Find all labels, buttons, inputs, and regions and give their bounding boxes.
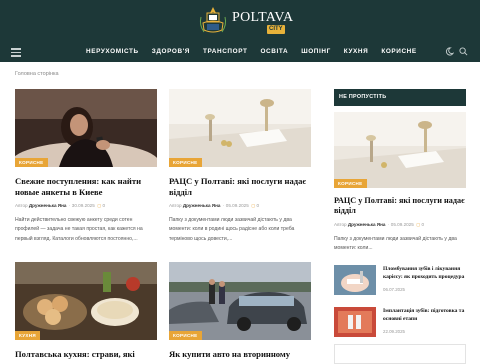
- post-card: КОРИСНЕ РАЦС у Полтаві: які послуги нада…: [169, 89, 311, 244]
- post-excerpt: Найти действительно свежую анкету среди …: [15, 217, 143, 242]
- post-excerpt: Папку з документами люди зазвичай дістаю…: [169, 217, 295, 242]
- post-title[interactable]: Свежие поступления: как найти новые анке…: [15, 176, 157, 198]
- comment-icon[interactable]: ◻: [97, 203, 101, 208]
- nav-item-useful[interactable]: КОРИСНЕ: [381, 48, 416, 55]
- breadcrumb[interactable]: Головна сторінка: [15, 71, 59, 77]
- post-image[interactable]: КОРИСНЕ: [15, 89, 157, 167]
- sidebar-list-item: Імплантація зубів: підготовка та основні…: [334, 307, 466, 338]
- author-name[interactable]: Дружненька Яна: [348, 222, 386, 227]
- nav-item-kitchen[interactable]: КУХНЯ: [344, 48, 369, 55]
- author-prefix: Автор: [334, 221, 347, 227]
- dark-mode-icon[interactable]: [445, 47, 454, 56]
- post-meta: Автор Дружненька Яна · 30.09.2025 ◻ 0: [15, 203, 106, 208]
- author-name[interactable]: Дружненька Яна: [183, 203, 221, 208]
- nav-icons: [440, 47, 468, 56]
- post-image[interactable]: КУХНЯ: [15, 262, 157, 340]
- post-date: 05.09.2025: [225, 203, 249, 208]
- comment-count[interactable]: 0: [421, 222, 424, 227]
- nav-item-education[interactable]: ОСВІТА: [260, 48, 288, 55]
- nav-item-realty[interactable]: НЕРУХОМІСТЬ: [86, 48, 139, 55]
- comment-count[interactable]: 0: [102, 203, 105, 208]
- post-image[interactable]: КОРИСНЕ: [169, 89, 311, 167]
- search-icon[interactable]: [459, 47, 468, 56]
- sidebar: НЕ ПРОПУСТІТЬ КОРИСНЕ РАЦС у Полтаві: як…: [334, 89, 466, 338]
- sidebar-featured-image[interactable]: КОРИСНЕ: [334, 112, 466, 188]
- sidebar-item-thumbnail[interactable]: [334, 265, 376, 296]
- category-badge[interactable]: КОРИСНЕ: [169, 331, 202, 340]
- post-card: КОРИСНЕ Свежие поступления: как найти но…: [15, 89, 157, 244]
- sidebar-item-date: 06.07.2025: [383, 287, 405, 293]
- sidebar-featured-title[interactable]: РАЦС у Полтаві: які послуги надає відділ: [334, 196, 466, 217]
- comment-icon[interactable]: ◻: [416, 222, 420, 227]
- post-card: КУХНЯ Полтавська кухня: страви, які: [15, 262, 157, 360]
- author-name[interactable]: Дружненька Яна: [29, 203, 67, 208]
- sidebar-item-title[interactable]: Імплантація зубів: підготовка та основні…: [383, 308, 466, 323]
- sidebar-heading: НЕ ПРОПУСТІТЬ: [334, 89, 466, 106]
- sidebar-list-item: Пломбування зубів і лікування карієсу: я…: [334, 265, 466, 296]
- site-logo[interactable]: POLTAVA CITY: [198, 5, 293, 39]
- sidebar-item-thumbnail[interactable]: [334, 307, 376, 338]
- post-date: 30.09.2025: [71, 203, 95, 208]
- sidebar-widget: [334, 344, 466, 364]
- sidebar-featured-excerpt: Папку з документами люди зазвичай дістаю…: [334, 235, 457, 252]
- post-meta: Автор Дружненька Яна · 05.09.2025 ◻ 0: [334, 221, 425, 227]
- category-badge[interactable]: КОРИСНЕ: [15, 158, 48, 167]
- category-badge[interactable]: КОРИСНЕ: [169, 158, 202, 167]
- post-title[interactable]: Як купити авто на вторинному: [169, 349, 311, 360]
- post-card: КОРИСНЕ Як купити авто на вторинному: [169, 262, 311, 360]
- category-badge[interactable]: КОРИСНЕ: [334, 179, 367, 188]
- author-prefix: Автор: [15, 203, 28, 208]
- comment-count[interactable]: 0: [256, 203, 259, 208]
- logo-badge: CITY: [267, 25, 285, 34]
- logo-text: POLTAVA: [232, 10, 294, 25]
- site-header: POLTAVA CITY НЕРУХОМІСТЬ ЗДОРОВ'Я ТРАНСП…: [0, 0, 480, 62]
- main-navbar: НЕРУХОМІСТЬ ЗДОРОВ'Я ТРАНСПОРТ ОСВІТА ШО…: [0, 44, 480, 62]
- post-image[interactable]: КОРИСНЕ: [169, 262, 311, 340]
- post-date: 05.09.2025: [390, 221, 414, 227]
- nav-item-health[interactable]: ЗДОРОВ'Я: [152, 48, 190, 55]
- nav-menu: НЕРУХОМІСТЬ ЗДОРОВ'Я ТРАНСПОРТ ОСВІТА ШО…: [86, 48, 430, 55]
- author-prefix: Автор: [169, 203, 182, 208]
- category-badge[interactable]: КУХНЯ: [15, 331, 40, 340]
- nav-item-shopping[interactable]: ШОПІНГ: [301, 48, 331, 55]
- nav-item-transport[interactable]: ТРАНСПОРТ: [203, 48, 248, 55]
- menu-icon[interactable]: [11, 48, 21, 57]
- post-title[interactable]: Полтавська кухня: страви, які: [15, 349, 157, 360]
- comment-icon[interactable]: ◻: [251, 203, 255, 208]
- sidebar-item-title[interactable]: Пломбування зубів і лікування карієсу: я…: [383, 266, 466, 281]
- logo-emblem-icon: [199, 7, 227, 33]
- sidebar-item-date: 22.09.2025: [383, 329, 405, 335]
- post-title[interactable]: РАЦС у Полтаві: які послуги надає відділ: [169, 176, 311, 198]
- post-meta: Автор Дружненька Яна · 05.09.2025 ◻ 0: [169, 203, 260, 208]
